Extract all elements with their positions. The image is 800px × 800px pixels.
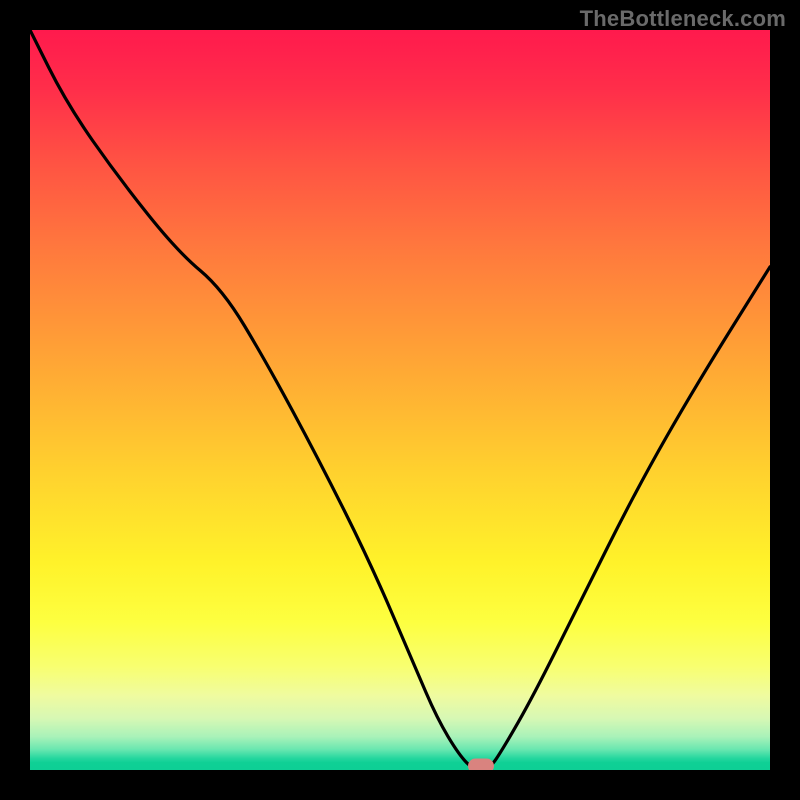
- bottleneck-curve: [30, 30, 770, 770]
- watermark-text: TheBottleneck.com: [580, 6, 786, 32]
- plot-area: [30, 30, 770, 770]
- curve-path: [30, 30, 770, 770]
- chart-frame: TheBottleneck.com: [0, 0, 800, 800]
- optimum-marker: [468, 759, 494, 771]
